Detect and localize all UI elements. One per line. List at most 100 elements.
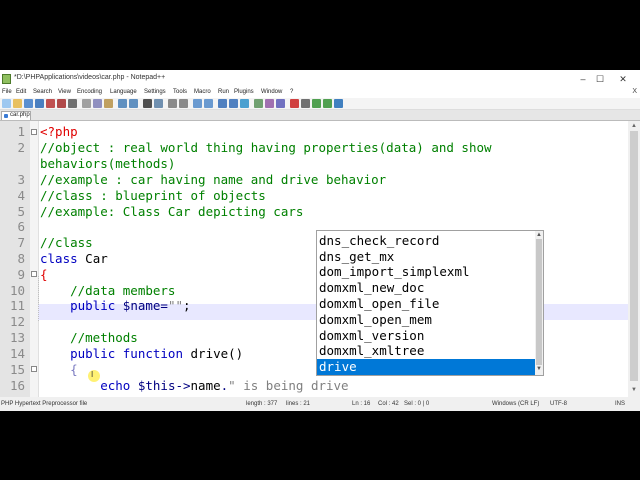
fold-marker-icon[interactable] — [31, 129, 37, 135]
function-list-icon[interactable] — [265, 99, 274, 108]
autocomplete-item[interactable]: dom_import_simplexml — [317, 264, 535, 280]
play-macro-icon[interactable] — [312, 99, 321, 108]
line-number: 6 — [17, 219, 25, 234]
autocomplete-item[interactable]: domxml_new_doc — [317, 280, 535, 296]
close-all-icon[interactable] — [57, 99, 66, 108]
fold-marker-icon[interactable] — [31, 366, 37, 372]
minimize-button[interactable]: – — [574, 72, 592, 86]
keyword: public — [40, 298, 116, 313]
code-line-2-wrap: behaviors(methods) — [40, 156, 176, 171]
scroll-up-arrow-icon[interactable]: ▲ — [536, 232, 542, 238]
menu-bar: File Edit Search View Encoding Language … — [0, 88, 640, 98]
undo-icon[interactable] — [118, 99, 127, 108]
keyword: class — [40, 251, 78, 266]
php-open-tag: <?php — [40, 124, 78, 139]
tab-car-php[interactable]: car.php — [1, 111, 31, 120]
user-language-icon[interactable] — [240, 99, 249, 108]
print-icon[interactable] — [68, 99, 77, 108]
folder-workspace-icon[interactable] — [276, 99, 285, 108]
find-icon[interactable] — [143, 99, 152, 108]
redo-icon[interactable] — [129, 99, 138, 108]
operator: = — [160, 298, 168, 313]
code-line-3: //example : car having name and drive be… — [40, 172, 387, 187]
status-length: length : 377 — [246, 401, 278, 407]
keyword: echo — [40, 378, 131, 393]
line-number: 8 — [17, 251, 25, 266]
word-wrap-icon[interactable] — [204, 99, 213, 108]
menu-edit[interactable]: Edit — [16, 89, 26, 95]
autocomplete-item[interactable]: domxml_open_file — [317, 296, 535, 312]
menu-file[interactable]: File — [2, 89, 12, 95]
status-selection: Sel : 0 | 0 — [404, 401, 430, 407]
autocomplete-scrollbar[interactable]: ▲ ▼ — [535, 231, 543, 375]
status-eol-format[interactable]: Windows (CR LF) — [492, 401, 539, 407]
new-file-icon[interactable] — [2, 99, 11, 108]
scroll-down-arrow-icon[interactable]: ▼ — [536, 366, 542, 372]
status-file-type: PHP Hypertext Preprocessor file — [1, 401, 88, 407]
status-column: Col : 42 — [378, 401, 399, 407]
code-line-16[interactable]: echo $this->name." is being drive — [40, 378, 348, 394]
autocomplete-popup[interactable]: dns_check_record dns_get_mx dom_import_s… — [316, 230, 544, 376]
autocomplete-item[interactable]: domxml_open_mem — [317, 312, 535, 328]
autocomplete-item[interactable]: dns_check_record — [317, 233, 535, 249]
save-icon[interactable] — [24, 99, 33, 108]
close-document-icon[interactable]: X — [632, 88, 637, 95]
menu-settings[interactable]: Settings — [144, 89, 166, 95]
operator: -> — [175, 378, 191, 393]
replace-icon[interactable] — [154, 99, 163, 108]
menu-encoding[interactable]: Encoding — [77, 89, 102, 95]
zoom-in-icon[interactable] — [168, 99, 177, 108]
unsaved-file-icon — [4, 114, 8, 118]
cut-icon[interactable] — [82, 99, 91, 108]
menu-search[interactable]: Search — [33, 89, 52, 95]
code-line-4: //class : blueprint of objects — [40, 188, 266, 203]
property: name — [190, 378, 221, 393]
title-bar: *D:\PHPApplications\videos\car.php - Not… — [0, 70, 640, 88]
sync-scroll-icon[interactable] — [193, 99, 202, 108]
menu-window[interactable]: Window — [261, 89, 282, 95]
menu-plugins[interactable]: Plugins — [234, 89, 254, 95]
editor-vertical-scrollbar[interactable]: ▲ ▼ — [628, 121, 640, 397]
fold-marker-icon[interactable] — [31, 271, 37, 277]
scroll-thumb[interactable] — [536, 239, 542, 365]
copy-icon[interactable] — [93, 99, 102, 108]
close-button[interactable]: ✕ — [614, 72, 632, 86]
record-macro-icon[interactable] — [290, 99, 299, 108]
toolbar — [0, 98, 640, 110]
notepadpp-app-icon — [2, 74, 11, 84]
variable: $this — [130, 378, 176, 393]
menu-macro[interactable]: Macro — [194, 89, 211, 95]
stop-macro-icon[interactable] — [301, 99, 310, 108]
zoom-out-icon[interactable] — [179, 99, 188, 108]
save-all-icon[interactable] — [35, 99, 44, 108]
maximize-button[interactable]: ☐ — [591, 72, 609, 86]
scroll-up-arrow-icon[interactable]: ▲ — [631, 123, 637, 129]
menu-view[interactable]: View — [58, 89, 71, 95]
code-line-2: //object : real world thing having prope… — [40, 140, 492, 155]
run-macro-multiple-icon[interactable] — [323, 99, 332, 108]
menu-run[interactable]: Run — [218, 89, 229, 95]
line-number: 10 — [9, 283, 25, 298]
save-macro-icon[interactable] — [334, 99, 343, 108]
autocomplete-item[interactable]: domxml_xmltree — [317, 343, 535, 359]
paste-icon[interactable] — [104, 99, 113, 108]
autocomplete-item[interactable]: domxml_version — [317, 328, 535, 344]
doc-map-icon[interactable] — [254, 99, 263, 108]
fold-margin — [30, 121, 39, 397]
variable: $name — [115, 298, 161, 313]
open-file-icon[interactable] — [13, 99, 22, 108]
line-number: 12 — [9, 314, 25, 329]
autocomplete-item-selected[interactable]: drive — [317, 359, 535, 375]
status-encoding[interactable]: UTF-8 — [550, 401, 567, 407]
menu-tools[interactable]: Tools — [173, 89, 187, 95]
line-number: 15 — [9, 362, 25, 377]
show-all-chars-icon[interactable] — [218, 99, 227, 108]
scroll-down-arrow-icon[interactable]: ▼ — [631, 387, 637, 393]
autocomplete-item[interactable]: dns_get_mx — [317, 249, 535, 265]
indent-guide-icon[interactable] — [229, 99, 238, 108]
scroll-thumb[interactable] — [630, 131, 638, 381]
menu-help[interactable]: ? — [290, 89, 293, 95]
code-line-13: //methods — [40, 330, 138, 345]
menu-language[interactable]: Language — [110, 89, 137, 95]
close-file-icon[interactable] — [46, 99, 55, 108]
